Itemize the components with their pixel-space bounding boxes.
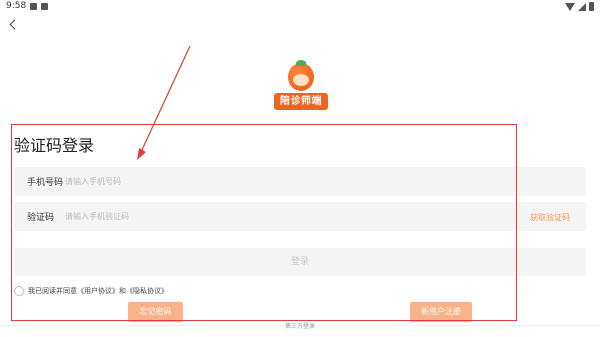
third-party-login[interactable]: 第三方登录 xyxy=(0,321,600,330)
annotation-box xyxy=(11,124,517,321)
signal-icon xyxy=(578,2,586,11)
get-code-button[interactable]: 获取验证码 xyxy=(530,212,570,223)
wifi-icon xyxy=(565,2,575,11)
gallery-notification-icon xyxy=(30,3,37,10)
mascot-face xyxy=(293,74,309,86)
status-time: 9:58 xyxy=(6,1,27,11)
status-bar: 9:58 xyxy=(0,0,600,14)
mascot-leaf xyxy=(296,60,306,66)
logo-text: 陪诊师端 xyxy=(274,93,328,110)
app-logo: 陪诊师端 xyxy=(274,60,328,112)
back-icon[interactable] xyxy=(7,18,21,32)
app-notification-icon xyxy=(41,3,48,10)
battery-icon xyxy=(589,2,594,11)
status-indicators xyxy=(565,2,594,11)
login-screen: 9:58 陪诊师端 验证码登录 手机号码 验证码 获取验证码 登录 我已阅读并同… xyxy=(0,0,600,337)
